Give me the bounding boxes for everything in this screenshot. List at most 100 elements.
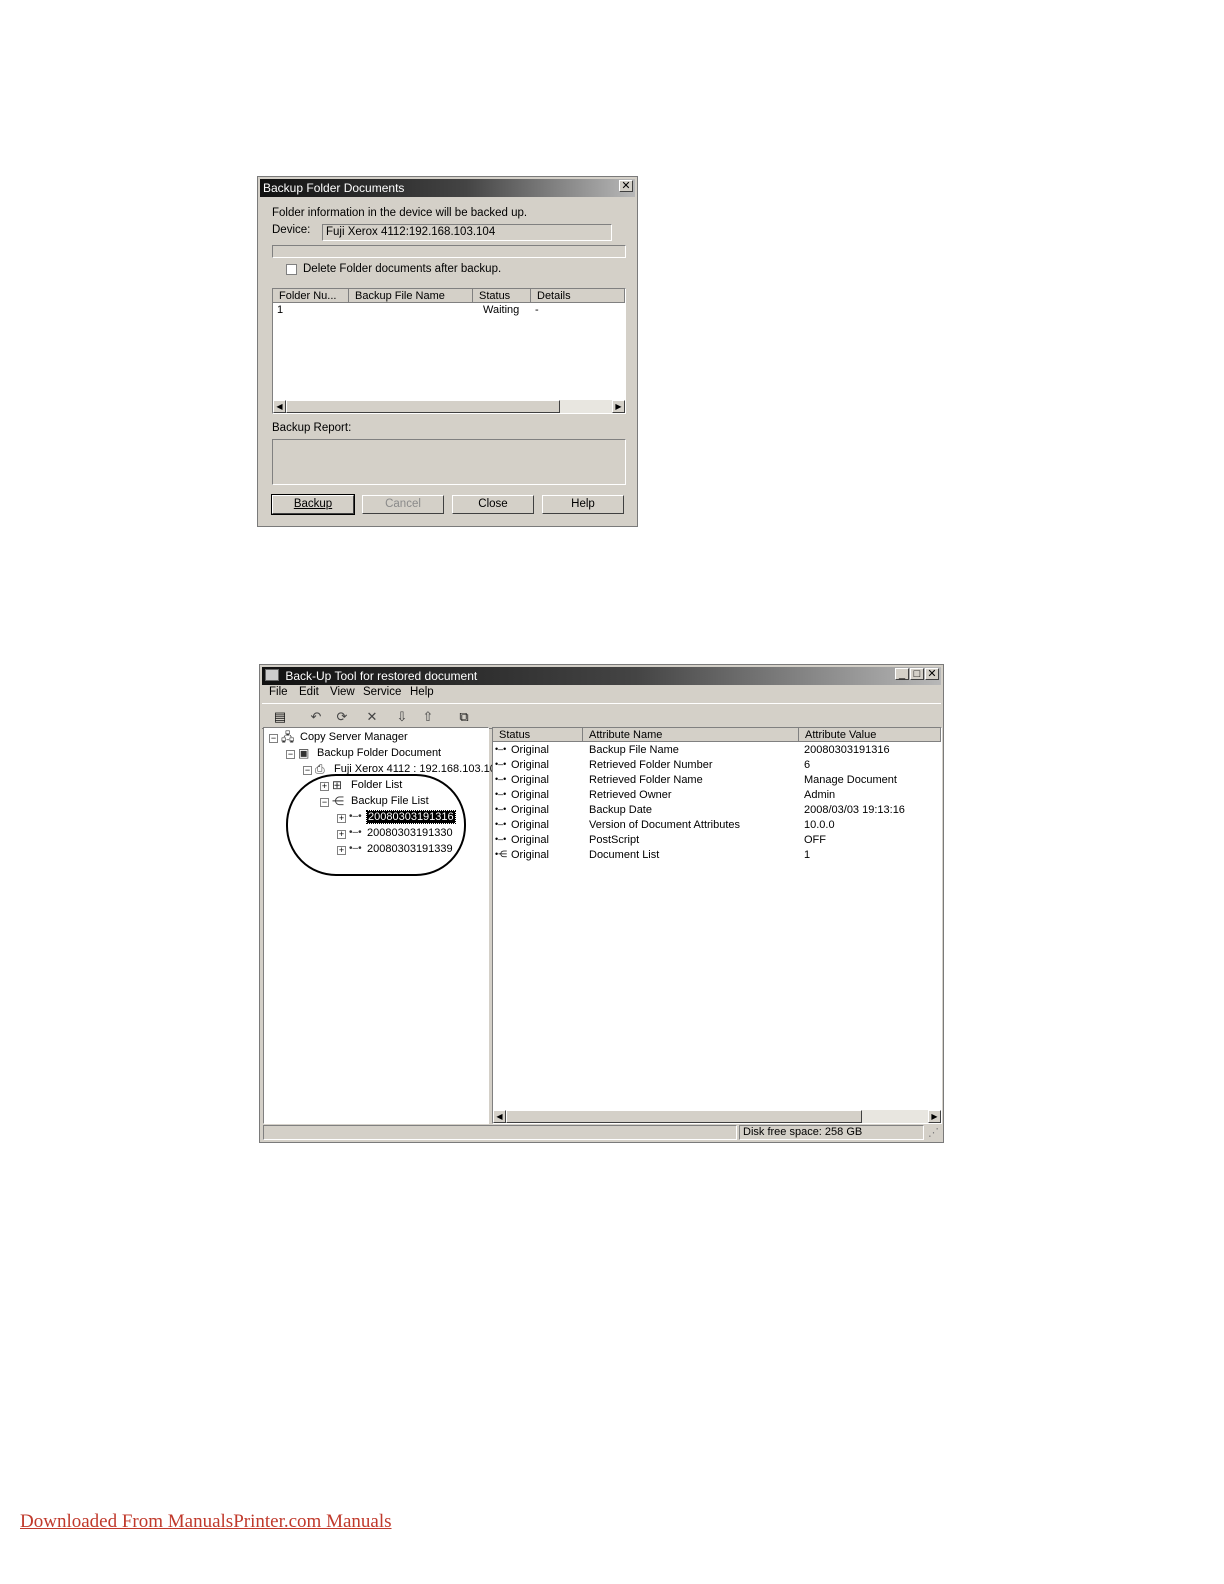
col-attr-status[interactable]: Status <box>493 728 583 742</box>
delete-checkbox-label[interactable]: Delete Folder documents after backup. <box>303 263 501 275</box>
horizontal-scrollbar[interactable]: ◀ ▶ <box>273 400 625 413</box>
close-button[interactable]: Close <box>452 495 534 514</box>
scroll-right-icon[interactable]: ▶ <box>612 400 625 413</box>
dialog-close-button[interactable]: ✕ <box>619 180 633 192</box>
window-close-button[interactable]: ✕ <box>925 668 939 680</box>
status-cell: Original <box>511 849 549 861</box>
table-row[interactable]: •⋲ Original Document List 1 <box>493 849 941 864</box>
col-folder-number[interactable]: Folder Nu... <box>273 289 349 303</box>
attr-value-cell: OFF <box>804 834 826 846</box>
backup-button-label: Backup <box>293 498 333 510</box>
attr-name-cell: Backup File Name <box>589 744 679 756</box>
attr-name-cell: Retrieved Folder Name <box>589 774 703 786</box>
menu-help[interactable]: Help <box>410 686 434 698</box>
attribute-pane: Status Attribute Name Attribute Value •–… <box>492 727 942 1124</box>
status-icon: •–• <box>495 804 507 814</box>
dialog-info-text: Folder information in the device will be… <box>272 207 528 219</box>
help-button-label: Help <box>571 498 595 510</box>
status-icon: •–• <box>495 759 507 769</box>
app-icon <box>265 669 279 681</box>
progress-bar <box>272 245 626 258</box>
backup-list: Folder Nu... Backup File Name Status Det… <box>272 288 626 414</box>
menu-file[interactable]: File <box>269 686 288 698</box>
col-status[interactable]: Status <box>473 289 531 303</box>
collapse-backup-folder-icon[interactable]: − <box>286 750 295 759</box>
attr-name-cell: Retrieved Owner <box>589 789 672 801</box>
attr-value-cell: Admin <box>804 789 836 801</box>
details-cell: - <box>535 304 539 316</box>
toolbar: ▤ ↶ ⟳ ✕ ⇩ ⇧ ⧉ <box>262 703 941 729</box>
menu-service[interactable]: Service <box>363 686 401 698</box>
table-row[interactable]: •–• Original Retrieved Folder Number 6 <box>493 759 941 774</box>
status-icon: •–• <box>495 789 507 799</box>
menu-edit[interactable]: Edit <box>299 686 319 698</box>
table-row[interactable]: •–• Original Backup Date 2008/03/03 19:1… <box>493 804 941 819</box>
backup-report-label: Backup Report: <box>272 422 352 434</box>
scroll-thumb[interactable] <box>286 400 560 413</box>
status-icon: •–• <box>495 744 507 754</box>
tree-backup-folder[interactable]: Backup Folder Document <box>317 747 441 759</box>
attr-name-cell: Backup Date <box>589 804 652 816</box>
scroll-right-icon[interactable]: ▶ <box>928 1110 941 1123</box>
col-details[interactable]: Details <box>531 289 625 303</box>
status-cell: Original <box>511 789 549 801</box>
export-icon[interactable]: ⇧ <box>418 708 438 726</box>
attr-value-cell: 1 <box>804 849 811 861</box>
col-attr-value[interactable]: Attribute Value <box>799 728 941 742</box>
table-row[interactable]: •–• Original Backup File Name 2008030319… <box>493 744 941 759</box>
tree-pane: − 🖧 Copy Server Manager − ▣ Backup Folde… <box>263 727 502 1124</box>
menu-view[interactable]: View <box>330 686 355 698</box>
refresh-icon[interactable]: ⟳ <box>332 708 352 726</box>
attr-value-cell: 2008/03/03 19:13:16 <box>804 804 905 816</box>
attr-value-cell: 10.0.0 <box>804 819 835 831</box>
status-cell: Original <box>511 804 549 816</box>
attr-name-cell: Retrieved Folder Number <box>589 759 713 771</box>
dialog-title: Backup Folder Documents <box>260 179 635 197</box>
backup-button[interactable]: Backup <box>271 494 355 515</box>
help-button[interactable]: Help <box>542 495 624 514</box>
status-cell: Waiting <box>483 304 520 316</box>
list-item[interactable]: 1 Waiting - <box>273 304 625 319</box>
attr-name-cell: Version of Document Attributes <box>589 819 741 831</box>
scroll-thumb[interactable] <box>506 1110 862 1123</box>
close-button-label: Close <box>478 498 508 510</box>
status-cell: Original <box>511 759 549 771</box>
scroll-left-icon[interactable]: ◀ <box>273 400 286 413</box>
table-row[interactable]: •–• Original Version of Document Attribu… <box>493 819 941 834</box>
import-icon[interactable]: ⇩ <box>392 708 412 726</box>
collapse-root-icon[interactable]: − <box>269 734 278 743</box>
collapse-device-icon[interactable]: − <box>303 766 312 775</box>
folder-icon: ▣ <box>298 746 310 760</box>
tree-root[interactable]: Copy Server Manager <box>300 731 408 743</box>
delete-checkbox[interactable] <box>286 264 297 275</box>
delete-icon[interactable]: ✕ <box>362 708 382 726</box>
disk-free-space: Disk free space: 258 GB <box>743 1126 863 1138</box>
table-row[interactable]: •–• Original Retrieved Folder Name Manag… <box>493 774 941 789</box>
backup-report-box <box>272 439 626 485</box>
window-title: Back-Up Tool for restored document <box>262 667 941 685</box>
attr-name-cell: Document List <box>589 849 660 861</box>
table-row[interactable]: •–• Original Retrieved Owner Admin <box>493 789 941 804</box>
backup-tool-window: Back-Up Tool for restored document _ □ ✕… <box>259 664 944 1143</box>
copy-icon[interactable]: ⧉ <box>454 708 474 726</box>
col-attr-name[interactable]: Attribute Name <box>583 728 799 742</box>
table-row[interactable]: •–• Original PostScript OFF <box>493 834 941 849</box>
status-cell: Original <box>511 774 549 786</box>
cancel-button[interactable]: Cancel <box>362 495 444 514</box>
device-field: Fuji Xerox 4112:192.168.103.104 <box>322 224 612 241</box>
cancel-button-label: Cancel <box>385 498 421 510</box>
attr-value-cell: 6 <box>804 759 811 771</box>
scroll-left-icon[interactable]: ◀ <box>493 1110 506 1123</box>
status-cell: Original <box>511 744 549 756</box>
attr-value-cell: 20080303191316 <box>804 744 890 756</box>
minimize-button[interactable]: _ <box>895 668 909 680</box>
col-backup-file-name[interactable]: Backup File Name <box>349 289 473 303</box>
open-backup-icon[interactable]: ▤ <box>270 708 290 726</box>
horizontal-scrollbar[interactable]: ◀ ▶ <box>493 1110 941 1123</box>
maximize-button[interactable]: □ <box>910 668 924 680</box>
resize-grip-icon[interactable]: ⋰ <box>928 1127 940 1139</box>
restore-icon[interactable]: ↶ <box>306 708 326 726</box>
footer-download-link[interactable]: Downloaded From ManualsPrinter.com Manua… <box>20 1511 392 1533</box>
status-bar-disk: Disk free space: 258 GB <box>739 1125 924 1140</box>
menu-bar: File Edit View Service Help <box>262 686 941 702</box>
